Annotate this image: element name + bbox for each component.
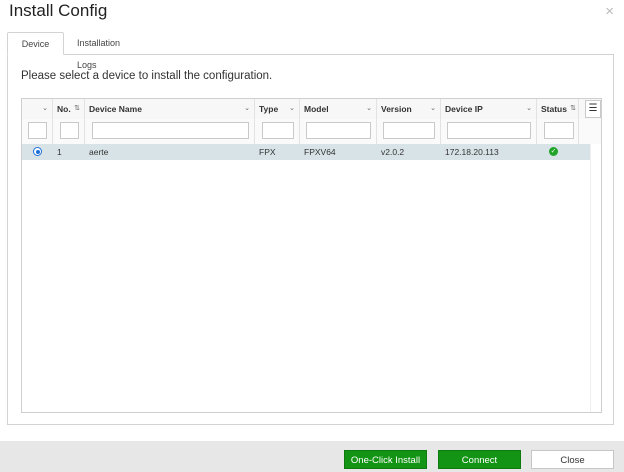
filter-device-name[interactable]	[92, 122, 249, 139]
close-button[interactable]: Close	[531, 450, 614, 469]
cell-status: ✓	[537, 144, 579, 160]
dialog-title: Install Config	[9, 1, 108, 20]
column-label-device-name: Device Name	[89, 104, 142, 114]
sort-icon[interactable]: ⇅	[74, 99, 80, 119]
column-header-device-ip[interactable]: Device IP ⌄	[441, 99, 537, 119]
filter-model[interactable]	[306, 122, 371, 139]
grid-filter-row	[22, 119, 601, 145]
table-row[interactable]: 1 aerte FPX FPXV64 v2.0.2 172.18.20.113 …	[22, 144, 590, 160]
cell-device-name: aerte	[89, 147, 109, 157]
column-label-model: Model	[304, 104, 329, 114]
dialog-footer: One-Click Install Connect Close	[0, 441, 624, 472]
device-panel: Please select a device to install the co…	[7, 54, 614, 425]
chevron-down-icon[interactable]: ⌄	[366, 99, 372, 119]
column-label-no: No.	[57, 104, 71, 114]
filter-select[interactable]	[28, 122, 47, 139]
column-label-type: Type	[259, 104, 279, 114]
filter-type[interactable]	[262, 122, 294, 139]
column-header-device-name[interactable]: Device Name ⌄	[85, 99, 255, 119]
device-grid: ⌄ No. ⇅ Device Name ⌄ Type ⌄ Model ⌄ Ver…	[21, 98, 602, 413]
instruction-text: Please select a device to install the co…	[21, 70, 273, 82]
close-icon[interactable]: ×	[605, 3, 614, 20]
chevron-down-icon[interactable]: ⌄	[289, 99, 295, 119]
cell-no: 1	[57, 147, 62, 157]
connect-button[interactable]: Connect	[438, 450, 521, 469]
tab-installation-logs[interactable]: Installation Logs	[67, 32, 130, 70]
row-select-radio[interactable]	[33, 147, 42, 156]
cell-model: FPXV64	[304, 147, 336, 157]
filter-version[interactable]	[383, 122, 435, 139]
grid-header-row: ⌄ No. ⇅ Device Name ⌄ Type ⌄ Model ⌄ Ver…	[22, 99, 601, 120]
cell-version: v2.0.2	[381, 147, 405, 157]
column-label-device-ip: Device IP	[445, 104, 483, 114]
check-circle-icon: ✓	[549, 147, 558, 156]
sort-icon[interactable]: ⇅	[570, 99, 576, 119]
filter-status[interactable]	[544, 122, 574, 139]
chevron-down-icon[interactable]: ⌄	[42, 99, 48, 119]
column-header-no[interactable]: No. ⇅	[53, 99, 85, 119]
column-header-type[interactable]: Type ⌄	[255, 99, 300, 119]
filter-device-ip[interactable]	[447, 122, 531, 139]
column-label-status: Status	[541, 104, 567, 114]
dialog-title-bar: Install Config ×	[0, 0, 624, 26]
filter-no[interactable]	[60, 122, 79, 139]
chevron-down-icon[interactable]: ⌄	[526, 99, 532, 119]
chevron-down-icon[interactable]: ⌄	[244, 99, 250, 119]
chevron-down-icon[interactable]: ⌄	[430, 99, 436, 119]
grid-scroll-gutter[interactable]	[590, 144, 601, 412]
column-header-status[interactable]: Status ⇅	[537, 99, 579, 119]
one-click-install-button[interactable]: One-Click Install	[344, 450, 427, 469]
column-header-version[interactable]: Version ⌄	[377, 99, 441, 119]
column-label-version: Version	[381, 104, 412, 114]
column-header-model[interactable]: Model ⌄	[300, 99, 377, 119]
column-menu-icon[interactable]: ☰	[585, 100, 601, 118]
cell-device-ip: 172.18.20.113	[445, 147, 499, 157]
cell-type: FPX	[259, 147, 276, 157]
tab-device[interactable]: Device	[7, 32, 64, 55]
column-header-select[interactable]: ⌄	[22, 99, 53, 119]
